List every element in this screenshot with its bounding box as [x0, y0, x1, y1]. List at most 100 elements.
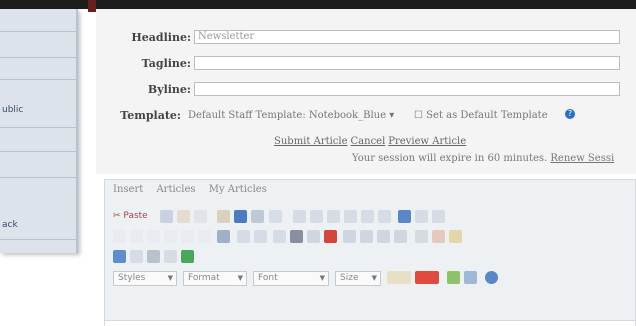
underline-icon[interactable]: [147, 230, 160, 243]
sidebar-divider: [0, 57, 76, 58]
headline-label: Headline:: [131, 31, 191, 44]
top-bar: [0, 0, 636, 12]
tagline-label: Tagline:: [141, 57, 191, 70]
editor-content-area[interactable]: [105, 320, 635, 326]
article-actions: Submit Article Cancel Preview Article: [274, 136, 469, 147]
undo-icon[interactable]: [194, 210, 207, 223]
template-select-value: Default Staff Template: Notebook_Blue: [188, 110, 387, 121]
paste-text-icon[interactable]: [160, 210, 173, 223]
sidebar-divider: [0, 31, 76, 32]
chevron-down-icon: ▼: [167, 274, 173, 282]
hr-icon[interactable]: [327, 210, 340, 223]
preview-icon[interactable]: [130, 250, 143, 263]
size-select-label: Size: [340, 273, 359, 283]
top-bar-accent: [88, 0, 96, 12]
table-icon[interactable]: [310, 210, 323, 223]
numbered-list-icon[interactable]: [237, 230, 250, 243]
renew-session-link[interactable]: Renew Sessi: [550, 153, 614, 164]
help-icon[interactable]: ?: [565, 109, 575, 119]
special-char-icon[interactable]: [361, 210, 374, 223]
text-color-icon[interactable]: [387, 271, 411, 284]
italic-icon[interactable]: [130, 230, 143, 243]
session-expire-text: Your session will expire in 60 minutes.: [352, 153, 548, 164]
media-icon[interactable]: [398, 210, 411, 223]
outdent-icon[interactable]: [273, 230, 286, 243]
font-select-label: Font: [258, 273, 278, 283]
source-icon[interactable]: [113, 250, 126, 263]
styles-select[interactable]: Styles ▼: [113, 271, 177, 286]
bullet-list-icon[interactable]: [254, 230, 267, 243]
chevron-down-icon: ▼: [237, 274, 243, 282]
sidebar-divider: [0, 79, 76, 80]
tagline-input[interactable]: [194, 56, 620, 70]
byline-input[interactable]: [194, 82, 620, 96]
maximize-icon[interactable]: [164, 250, 177, 263]
strike-icon[interactable]: [164, 230, 177, 243]
headline-input[interactable]: Newsletter: [194, 30, 620, 44]
sidebar-divider: [0, 127, 76, 128]
indent-icon[interactable]: [290, 230, 303, 243]
session-notice: Your session will expire in 60 minutes. …: [352, 153, 614, 164]
chevron-down-icon: ▼: [371, 274, 377, 282]
about-icon[interactable]: [485, 271, 498, 284]
remove-format-icon[interactable]: [217, 230, 230, 243]
align-right-icon[interactable]: [377, 230, 390, 243]
find-icon[interactable]: [217, 210, 230, 223]
templates-icon[interactable]: [147, 250, 160, 263]
align-center-icon[interactable]: [360, 230, 373, 243]
blockquote-icon[interactable]: [307, 230, 320, 243]
chevron-down-icon: ▼: [319, 274, 325, 282]
template-select[interactable]: Default Staff Template: Notebook_Blue ▾: [188, 110, 394, 121]
paste-label: Paste: [123, 211, 148, 221]
paste-icon: ✂: [113, 211, 121, 221]
rich-text-editor: Insert Articles My Articles ✂ Paste Styl…: [104, 179, 636, 326]
chevron-down-icon: ▾: [389, 110, 395, 121]
align-left-icon[interactable]: [343, 230, 356, 243]
div-icon[interactable]: [324, 230, 337, 243]
rtl-icon[interactable]: [432, 230, 445, 243]
template-label: Template:: [120, 109, 181, 122]
main-panel: Headline: Newsletter Tagline: Byline: Te…: [96, 9, 636, 326]
paste-word-icon[interactable]: [177, 210, 190, 223]
cancel-link[interactable]: Cancel: [351, 136, 386, 147]
ltr-icon[interactable]: [415, 230, 428, 243]
submit-article-link[interactable]: Submit Article: [274, 136, 348, 147]
image-icon[interactable]: [293, 210, 306, 223]
flash-icon[interactable]: [378, 210, 391, 223]
styles-select-label: Styles: [118, 273, 146, 283]
bold-icon[interactable]: [113, 230, 126, 243]
scayt-icon[interactable]: [464, 271, 477, 284]
background-color-icon[interactable]: [415, 271, 439, 284]
default-template-label: Set as Default Template: [426, 110, 548, 121]
editor-tabs: Insert Articles My Articles: [113, 184, 277, 195]
superscript-icon[interactable]: [198, 230, 211, 243]
show-blocks-icon[interactable]: [181, 250, 194, 263]
link-icon[interactable]: [234, 210, 247, 223]
default-template-checkbox[interactable]: ☐ Set as Default Template: [414, 110, 548, 121]
tab-insert[interactable]: Insert: [113, 184, 143, 195]
anchor-icon[interactable]: [269, 210, 282, 223]
sidebar-divider: [0, 177, 76, 178]
sidebar-item-6[interactable]: ack: [2, 220, 18, 230]
language-icon[interactable]: [449, 230, 462, 243]
pagebreak-icon[interactable]: [432, 210, 445, 223]
preview-article-link[interactable]: Preview Article: [388, 136, 466, 147]
format-select-label: Format: [188, 273, 220, 283]
tab-articles[interactable]: Articles: [156, 184, 195, 195]
sidebar: ublic ack: [0, 9, 78, 253]
paste-button[interactable]: ✂ Paste: [113, 210, 153, 225]
size-select[interactable]: Size ▼: [335, 271, 381, 286]
sidebar-divider: [0, 239, 76, 240]
align-justify-icon[interactable]: [394, 230, 407, 243]
sidebar-divider: [0, 151, 76, 152]
sidebar-item-3[interactable]: ublic: [2, 105, 23, 115]
format-select[interactable]: Format ▼: [183, 271, 247, 286]
smiley-icon[interactable]: [344, 210, 357, 223]
byline-label: Byline:: [147, 83, 191, 96]
subscript-icon[interactable]: [181, 230, 194, 243]
unlink-icon[interactable]: [251, 210, 264, 223]
tab-my-articles[interactable]: My Articles: [209, 184, 267, 195]
spellcheck-icon[interactable]: [447, 271, 460, 284]
font-select[interactable]: Font ▼: [253, 271, 329, 286]
iframe-icon[interactable]: [415, 210, 428, 223]
